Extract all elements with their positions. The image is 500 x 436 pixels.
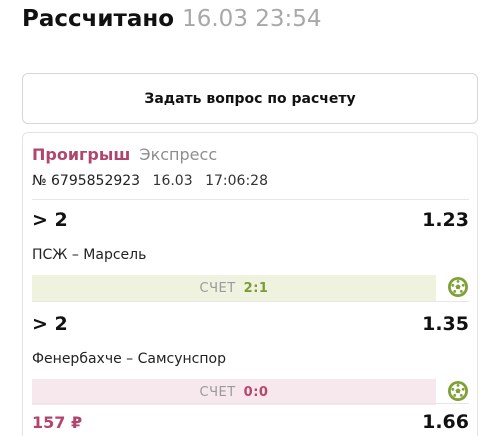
event-pick: > 2 xyxy=(32,313,68,335)
score-label: СЧЕТ xyxy=(199,280,236,296)
soccer-ball-icon xyxy=(448,381,468,401)
event-match: ПСЖ – Марсель xyxy=(32,247,147,263)
score-bar: СЧЕТ 2:1 xyxy=(32,275,436,301)
event-coef: 1.35 xyxy=(422,313,469,335)
stake-amount: 157 ₽ xyxy=(32,413,83,432)
bet-result-label: Проигрыш xyxy=(32,145,131,164)
total-coef: 1.66 xyxy=(422,411,469,433)
soccer-ball-icon xyxy=(448,277,468,297)
bet-type-label: Экспресс xyxy=(139,145,218,164)
bet-meta: № 6795852923 16.03 17:06:28 xyxy=(32,173,276,189)
divider xyxy=(32,301,469,302)
event-match: Фенербахче – Самсунспор xyxy=(32,351,226,367)
bet-card: Проигрыш Экспресс № 6795852923 16.03 17:… xyxy=(22,132,478,436)
bet-date: 16.03 xyxy=(152,173,193,189)
score-value: 2:1 xyxy=(243,280,269,296)
event-item[interactable]: > 2 1.35 Фенербахче – Самсунспор СЧЕТ 0:… xyxy=(32,313,469,405)
event-item[interactable]: > 2 1.23 ПСЖ – Марсель СЧЕТ 2:1 xyxy=(32,209,469,301)
bet-time: 17:06:28 xyxy=(205,173,268,189)
bet-number: № 6795852923 xyxy=(32,173,141,189)
bet-total-row: 157 ₽ 1.66 xyxy=(32,411,469,436)
score-bar: СЧЕТ 0:0 xyxy=(32,379,436,405)
divider xyxy=(32,403,469,404)
page-title: Рассчитано 16.03 23:54 xyxy=(22,6,322,38)
event-pick: > 2 xyxy=(32,209,68,231)
settled-datetime: 16.03 23:54 xyxy=(182,6,322,32)
divider xyxy=(32,199,469,200)
ask-question-button[interactable]: Задать вопрос по расчету xyxy=(22,73,478,124)
score-value: 0:0 xyxy=(243,384,269,400)
score-label: СЧЕТ xyxy=(199,384,236,400)
event-coef: 1.23 xyxy=(422,209,469,231)
status-title: Рассчитано xyxy=(22,6,175,32)
bet-status-row: Проигрыш Экспресс xyxy=(32,145,217,164)
